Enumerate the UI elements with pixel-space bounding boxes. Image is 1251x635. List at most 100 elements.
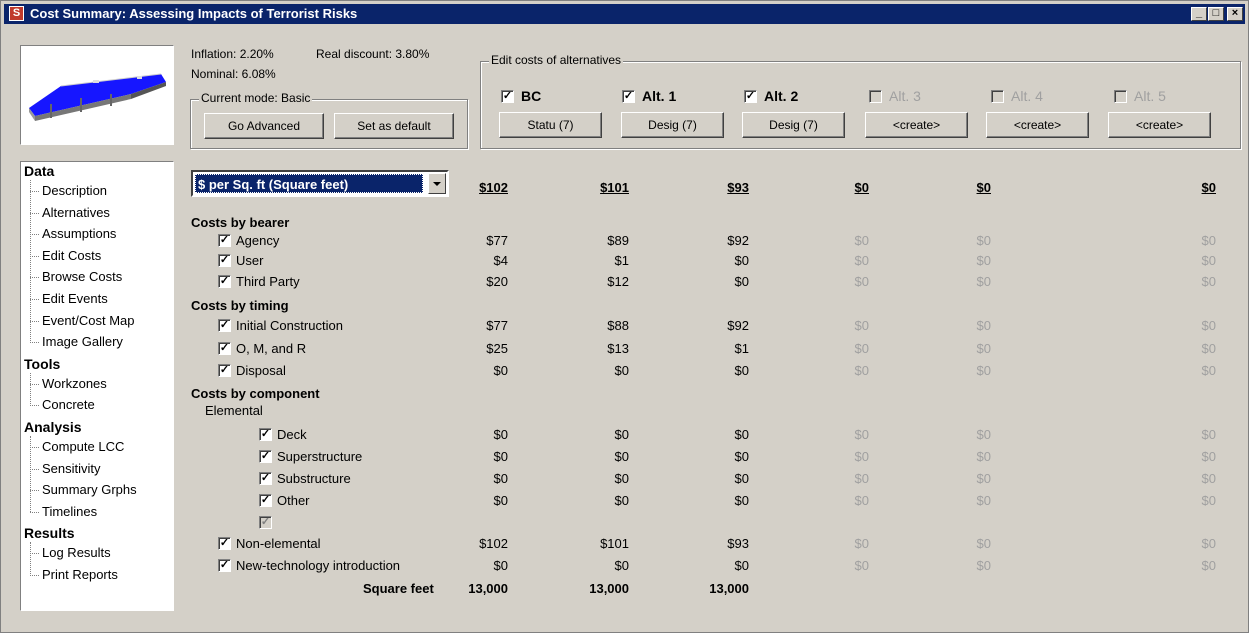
row-label-deck: Deck — [277, 427, 307, 442]
row-checkbox[interactable]: ✓ — [259, 450, 272, 463]
alt-checkbox[interactable] — [1114, 90, 1127, 103]
section-component: Costs by component — [191, 386, 320, 401]
cost-value: $0 — [854, 180, 869, 195]
set-as-default-button[interactable]: Set as default — [334, 113, 454, 139]
tree-item-browse-costs[interactable]: Browse Costs — [42, 269, 122, 284]
alternatives-group-label: Edit costs of alternatives — [489, 53, 624, 67]
row-checkbox[interactable]: ✓ — [218, 275, 231, 288]
tree-connector — [30, 383, 39, 385]
cost-value: $0 — [614, 493, 629, 508]
tree-section-data[interactable]: Data — [24, 163, 54, 179]
row-checkbox[interactable]: ✓ — [218, 537, 231, 550]
tree-connector — [30, 180, 31, 343]
cost-value: $0 — [976, 180, 991, 195]
cost-value: $0 — [493, 471, 508, 486]
tree-connector — [30, 405, 39, 407]
row-checkbox[interactable]: ✓ — [218, 319, 231, 332]
tree-item-sensitivity[interactable]: Sensitivity — [42, 461, 101, 476]
title-bar[interactable]: S Cost Summary: Assessing Impacts of Ter… — [4, 4, 1245, 24]
tree-item-timelines[interactable]: Timelines — [42, 504, 97, 519]
row-checkbox[interactable]: ✓ — [218, 559, 231, 572]
cost-value: $0 — [976, 427, 991, 442]
tree-item-edit-events[interactable]: Edit Events — [42, 291, 108, 306]
tree-item-concrete[interactable]: Concrete — [42, 397, 95, 412]
cost-value: $0 — [854, 341, 869, 356]
inflation-rate: Inflation: 2.20% — [191, 47, 274, 61]
alt-checkbox[interactable]: ✓ — [744, 90, 757, 103]
cost-value: $0 — [1201, 427, 1216, 442]
maximize-icon[interactable]: □ — [1208, 7, 1224, 21]
tree-item-compute-lcc[interactable]: Compute LCC — [42, 439, 124, 454]
cost-value: $0 — [976, 253, 991, 268]
navigation-tree: Data Description Alternatives Assumptions Ed… — [20, 161, 174, 611]
tree-section-analysis[interactable]: Analysis — [24, 419, 82, 435]
tree-connector — [30, 372, 31, 406]
alt-checkbox[interactable]: ✓ — [501, 90, 514, 103]
tree-connector — [30, 575, 39, 576]
unit-select[interactable]: $ per Sq. ft (Square feet) — [191, 170, 449, 197]
alt-name: Alt. 1 — [642, 88, 677, 104]
real-discount-rate: Real discount: 3.80% — [316, 47, 430, 61]
tree-section-tools[interactable]: Tools — [24, 356, 60, 372]
cost-value: $0 — [854, 274, 869, 289]
alt-edit-button[interactable]: <create> — [986, 112, 1089, 138]
tree-item-summary-grphs[interactable]: Summary Grphs — [42, 482, 137, 497]
cost-value: $0 — [854, 493, 869, 508]
cost-value: $0 — [493, 427, 508, 442]
alt-edit-button[interactable]: <create> — [865, 112, 968, 138]
tree-item-print-reports[interactable]: Print Reports — [42, 567, 118, 582]
tree-item-assumptions[interactable]: Assumptions — [42, 226, 116, 241]
alt-edit-button[interactable]: <create> — [1108, 112, 1211, 138]
cost-value: $0 — [854, 558, 869, 573]
cost-value: $0 — [614, 427, 629, 442]
row-checkbox[interactable]: ✓ — [259, 472, 272, 485]
row-checkbox[interactable]: ✓ — [218, 234, 231, 247]
tree-item-description[interactable]: Description — [42, 183, 107, 198]
alt-edit-button[interactable]: Desig (7) — [621, 112, 724, 138]
row-checkbox[interactable]: ✓ — [259, 494, 272, 507]
alt-name: BC — [521, 88, 542, 104]
cost-value: $89 — [607, 233, 629, 248]
cost-value: $0 — [734, 427, 749, 442]
cost-value: $0 — [493, 363, 508, 378]
tree-item-log-results[interactable]: Log Results — [42, 545, 111, 560]
row-checkbox[interactable]: ✓ — [218, 364, 231, 377]
tree-section-results[interactable]: Results — [24, 525, 75, 541]
close-icon[interactable]: × — [1227, 7, 1243, 21]
cost-value: $0 — [976, 318, 991, 333]
app-icon[interactable]: S — [9, 6, 24, 21]
row-label-agency: Agency — [236, 233, 280, 248]
alt-edit-button[interactable]: Statu (7) — [499, 112, 602, 138]
minimize-icon[interactable]: _ — [1191, 7, 1207, 21]
tree-item-image-gallery[interactable]: Image Gallery — [42, 334, 123, 349]
tree-connector — [30, 320, 39, 322]
alt-checkbox[interactable] — [869, 90, 882, 103]
section-timing: Costs by timing — [191, 298, 289, 313]
alt-checkbox[interactable]: ✓ — [622, 90, 635, 103]
cost-value: $0 — [734, 493, 749, 508]
cost-value: $0 — [976, 471, 991, 486]
tree-item-workzones[interactable]: Workzones — [42, 376, 107, 391]
row-label-non-elemental: Non-elemental — [236, 536, 321, 551]
cost-value: $0 — [1201, 233, 1216, 248]
go-advanced-button[interactable]: Go Advanced — [204, 113, 324, 139]
tree-item-event-cost-map[interactable]: Event/Cost Map — [42, 313, 135, 328]
cost-value: $0 — [734, 558, 749, 573]
cost-value: $93 — [727, 180, 749, 195]
alt-checkbox[interactable] — [991, 90, 1004, 103]
tree-item-edit-costs[interactable]: Edit Costs — [42, 248, 101, 263]
window-title: Cost Summary: Assessing Impacts of Terro… — [30, 6, 358, 21]
cost-value: $20 — [486, 274, 508, 289]
row-label-third-party: Third Party — [236, 274, 300, 289]
cost-value: $0 — [976, 233, 991, 248]
tree-item-alternatives[interactable]: Alternatives — [42, 205, 110, 220]
row-checkbox[interactable]: ✓ — [218, 254, 231, 267]
row-label-superstructure: Superstructure — [277, 449, 363, 464]
cost-value: $0 — [614, 449, 629, 464]
alt-edit-button[interactable]: Desig (7) — [742, 112, 845, 138]
row-checkbox[interactable]: ✓ — [218, 342, 231, 355]
square-feet-label: Square feet — [363, 581, 434, 596]
cost-value: $77 — [486, 318, 508, 333]
row-checkbox[interactable]: ✓ — [259, 428, 272, 441]
nominal-rate: Nominal: 6.08% — [191, 67, 276, 81]
